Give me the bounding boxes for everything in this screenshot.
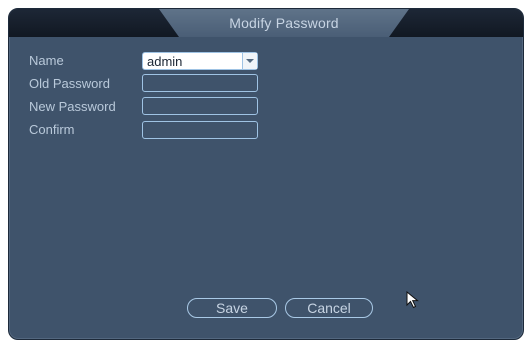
old-password-label: Old Password [29,76,110,91]
title-tab: Modify Password [159,9,409,37]
dialog-title: Modify Password [229,15,339,31]
title-bar: Modify Password [9,9,523,37]
new-password-label: New Password [29,99,116,114]
chevron-down-icon[interactable] [242,53,257,69]
cancel-button[interactable]: Cancel [285,298,373,318]
confirm-password-field[interactable] [142,121,258,139]
mouse-pointer-icon [406,290,420,314]
name-select[interactable]: admin [142,52,258,70]
old-password-field[interactable] [142,74,258,92]
name-label: Name [29,53,64,68]
new-password-field[interactable] [142,97,258,115]
name-select-value: admin [147,53,183,69]
modify-password-dialog: Modify Password Name admin Old Password … [8,8,524,340]
confirm-label: Confirm [29,122,75,137]
save-button[interactable]: Save [187,298,277,318]
